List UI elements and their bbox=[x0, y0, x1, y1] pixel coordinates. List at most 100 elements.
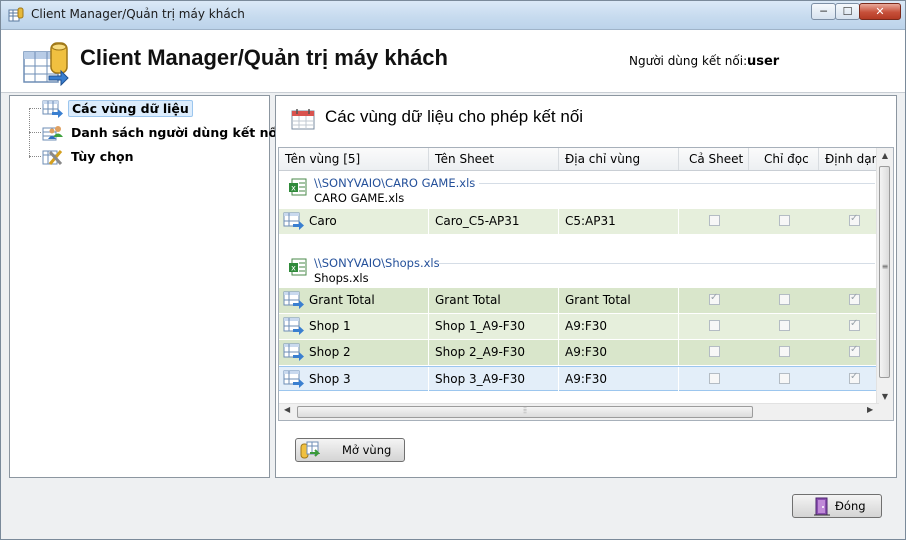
file-group-header[interactable]: x \\SONYVAIO\Shops.xls Shops.xls bbox=[279, 254, 879, 288]
vertical-scroll-thumb[interactable] bbox=[879, 166, 890, 378]
scroll-grip-icon: ⦙⦙ bbox=[523, 406, 527, 415]
file-path: \\SONYVAIO\Shops.xls bbox=[314, 256, 440, 270]
sidebar-item-data-ranges[interactable]: Các vùng dữ liệu bbox=[10, 98, 270, 120]
close-icon: ✕ bbox=[875, 5, 885, 18]
open-range-button[interactable]: Mở vùng bbox=[295, 438, 405, 462]
options-tools-icon bbox=[42, 150, 63, 166]
scroll-right-icon[interactable]: ▶ bbox=[867, 405, 873, 414]
panel-title: Các vùng dữ liệu cho phép kết nối bbox=[325, 107, 584, 126]
column-header-format[interactable]: Định dạng bbox=[819, 148, 879, 170]
column-header-sheet-name[interactable]: Tên Sheet bbox=[429, 148, 559, 170]
column-header-whole-sheet[interactable]: Cả Sheet bbox=[679, 148, 749, 170]
column-header-range-address[interactable]: Địa chỉ vùng bbox=[559, 148, 679, 170]
cell-range-address: A9:F30 bbox=[559, 314, 679, 339]
data-range-icon bbox=[283, 212, 304, 230]
group-divider bbox=[479, 183, 875, 184]
data-range-icon bbox=[283, 317, 304, 335]
app-window: Client Manager/Quản trị máy khách ─ ☐ ✕ … bbox=[0, 0, 906, 540]
sidebar-item-label: Tùy chọn bbox=[71, 149, 134, 164]
format-checkbox[interactable] bbox=[849, 318, 860, 331]
file-group-header[interactable]: x \\SONYVAIO\CARO GAME.xls CARO GAME.xls bbox=[279, 174, 879, 208]
data-range-icon bbox=[283, 370, 304, 388]
format-checkbox[interactable] bbox=[849, 344, 860, 357]
cell-range-name: Caro bbox=[303, 209, 429, 234]
close-window-button[interactable]: ✕ bbox=[859, 3, 901, 20]
read-only-checkbox[interactable] bbox=[779, 215, 790, 226]
whole-sheet-checkbox[interactable] bbox=[709, 320, 720, 331]
cell-range-name: Shop 1 bbox=[303, 314, 429, 339]
column-header-read-only[interactable]: Chỉ đọc bbox=[749, 148, 819, 170]
file-name: Shops.xls bbox=[314, 271, 369, 285]
sidebar-item-connected-users[interactable]: Danh sách người dùng kết nối bbox=[10, 122, 281, 144]
header: Client Manager/Quản trị máy khách Người … bbox=[1, 30, 905, 93]
read-only-checkbox[interactable] bbox=[779, 294, 790, 305]
scroll-down-icon[interactable]: ▼ bbox=[877, 392, 893, 401]
svg-text:x: x bbox=[291, 184, 296, 193]
excel-file-icon: x bbox=[289, 178, 307, 196]
page-title: Client Manager/Quản trị máy khách bbox=[80, 45, 448, 70]
excel-file-icon: x bbox=[289, 258, 307, 276]
exit-door-icon bbox=[814, 497, 830, 516]
table-row[interactable]: Shop 2 Shop 2_A9-F30 A9:F30 bbox=[279, 340, 879, 365]
cell-sheet-name: Shop 3_A9-F30 bbox=[429, 367, 559, 392]
file-path: \\SONYVAIO\CARO GAME.xls bbox=[314, 176, 476, 190]
data-range-icon bbox=[42, 100, 63, 118]
cell-sheet-name: Grant Total bbox=[429, 288, 559, 313]
read-only-checkbox[interactable] bbox=[779, 346, 790, 357]
whole-sheet-checkbox[interactable] bbox=[709, 215, 720, 226]
data-range-icon bbox=[283, 291, 304, 309]
client-manager-icon bbox=[23, 42, 69, 86]
open-range-icon bbox=[300, 441, 320, 459]
svg-text:x: x bbox=[291, 264, 296, 273]
scroll-corner bbox=[877, 404, 893, 420]
cell-range-name: Grant Total bbox=[303, 288, 429, 313]
format-checkbox[interactable] bbox=[849, 292, 860, 305]
vertical-scrollbar[interactable]: ▲ ≡ ▼ bbox=[876, 148, 893, 406]
cell-sheet-name: Shop 1_A9-F30 bbox=[429, 314, 559, 339]
data-ranges-panel: Các vùng dữ liệu cho phép kết nối Tên vù… bbox=[275, 95, 897, 478]
whole-sheet-checkbox[interactable] bbox=[709, 373, 720, 384]
maximize-icon: ☐ bbox=[842, 5, 853, 18]
format-checkbox[interactable] bbox=[849, 213, 860, 226]
minimize-button[interactable]: ─ bbox=[811, 3, 836, 20]
connected-user-value: user bbox=[747, 54, 780, 69]
file-name: CARO GAME.xls bbox=[314, 191, 405, 205]
cell-range-name: Shop 2 bbox=[303, 340, 429, 365]
calendar-grid-icon bbox=[291, 109, 315, 130]
column-header-range-name[interactable]: Tên vùng [5] bbox=[279, 148, 429, 170]
table-row-selected[interactable]: Shop 3 Shop 3_A9-F30 A9:F30 bbox=[279, 366, 879, 392]
window-title: Client Manager/Quản trị máy khách bbox=[31, 7, 245, 21]
format-checkbox[interactable] bbox=[849, 371, 860, 384]
minimize-icon: ─ bbox=[820, 5, 827, 18]
connected-user-label: Người dùng kết nối: bbox=[629, 54, 748, 68]
table-row[interactable]: Grant Total Grant Total Grant Total bbox=[279, 288, 879, 313]
title-bar[interactable]: Client Manager/Quản trị máy khách ─ ☐ ✕ bbox=[1, 1, 905, 30]
open-range-label: Mở vùng bbox=[342, 443, 392, 457]
horizontal-scrollbar[interactable]: ◀ ⦙⦙ ▶ bbox=[279, 403, 879, 420]
cell-sheet-name: Shop 2_A9-F30 bbox=[429, 340, 559, 365]
scroll-left-icon[interactable]: ◀ bbox=[284, 405, 290, 414]
maximize-button[interactable]: ☐ bbox=[835, 3, 860, 20]
read-only-checkbox[interactable] bbox=[779, 373, 790, 384]
app-icon bbox=[8, 7, 24, 22]
users-icon bbox=[42, 126, 63, 141]
close-button[interactable]: Đóng bbox=[792, 494, 882, 518]
cell-range-address: Grant Total bbox=[559, 288, 679, 313]
table-row[interactable]: Caro Caro_C5-AP31 C5:AP31 bbox=[279, 209, 879, 234]
read-only-checkbox[interactable] bbox=[779, 320, 790, 331]
sidebar-item-options[interactable]: Tùy chọn bbox=[10, 146, 270, 168]
whole-sheet-checkbox[interactable] bbox=[709, 292, 720, 305]
grid-header: Tên vùng [5] Tên Sheet Địa chỉ vùng Cả S… bbox=[279, 148, 879, 171]
cell-range-address: A9:F30 bbox=[559, 367, 679, 392]
table-row[interactable]: Shop 1 Shop 1_A9-F30 A9:F30 bbox=[279, 314, 879, 339]
close-button-label: Đóng bbox=[835, 499, 866, 513]
whole-sheet-checkbox[interactable] bbox=[709, 346, 720, 357]
cell-range-address: A9:F30 bbox=[559, 340, 679, 365]
data-ranges-grid[interactable]: Tên vùng [5] Tên Sheet Địa chỉ vùng Cả S… bbox=[278, 147, 894, 421]
scroll-up-icon[interactable]: ▲ bbox=[877, 151, 893, 160]
navigation-tree: Các vùng dữ liệu Danh sách người dùng kế… bbox=[9, 95, 281, 478]
cell-range-address: C5:AP31 bbox=[559, 209, 679, 234]
group-divider bbox=[439, 263, 875, 264]
cell-range-name: Shop 3 bbox=[303, 367, 429, 392]
data-range-icon bbox=[283, 343, 304, 361]
